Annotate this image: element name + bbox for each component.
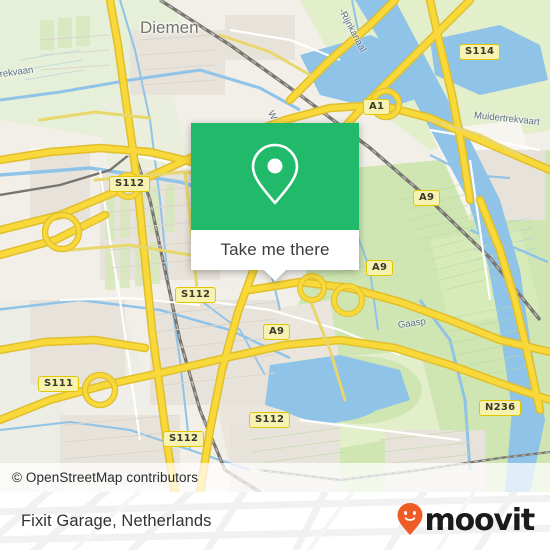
card-pointer-tail [264, 270, 286, 281]
osm-attribution-text[interactable]: © OpenStreetMap contributors [12, 470, 198, 485]
moovit-logo[interactable]: moovit [396, 502, 536, 541]
map-pin-icon [249, 141, 301, 212]
take-me-there-label: Take me there [220, 240, 330, 259]
shield-n236[interactable]: N236 [479, 400, 522, 416]
map-attribution-bar: © OpenStreetMap contributors [0, 463, 550, 492]
shield-s114[interactable]: S114 [459, 44, 501, 60]
moovit-location-card-screenshot: Diemen -Rijnkanaal Muidertrekvaart rtrek… [0, 0, 550, 550]
place-label-diemen: Diemen [140, 18, 199, 37]
location-title: Fixit Garage, Netherlands [21, 511, 212, 530]
shield-s112-mid[interactable]: S112 [175, 287, 217, 303]
shield-s112-bottom[interactable]: S112 [163, 431, 205, 447]
footer-bar: Fixit Garage, Netherlands moovit [0, 492, 550, 550]
take-me-there-button[interactable]: Take me there [191, 230, 359, 281]
shield-a1[interactable]: A1 [363, 99, 391, 115]
shield-s112-upper[interactable]: S112 [109, 176, 151, 192]
moovit-wordmark: moovit [424, 503, 536, 538]
take-me-there-card[interactable]: Take me there [191, 123, 359, 281]
map-canvas[interactable]: Diemen -Rijnkanaal Muidertrekvaart rtrek… [0, 0, 550, 492]
shield-a9-center[interactable]: A9 [263, 324, 291, 340]
shield-a9-right-upper[interactable]: A9 [413, 190, 441, 206]
shield-s112-lower[interactable]: S112 [249, 412, 291, 428]
card-icon-area [191, 123, 359, 230]
shield-s111[interactable]: S111 [38, 376, 80, 392]
moovit-smiley-pin-icon [396, 502, 424, 541]
shield-a9-right-lower[interactable]: A9 [366, 260, 394, 276]
